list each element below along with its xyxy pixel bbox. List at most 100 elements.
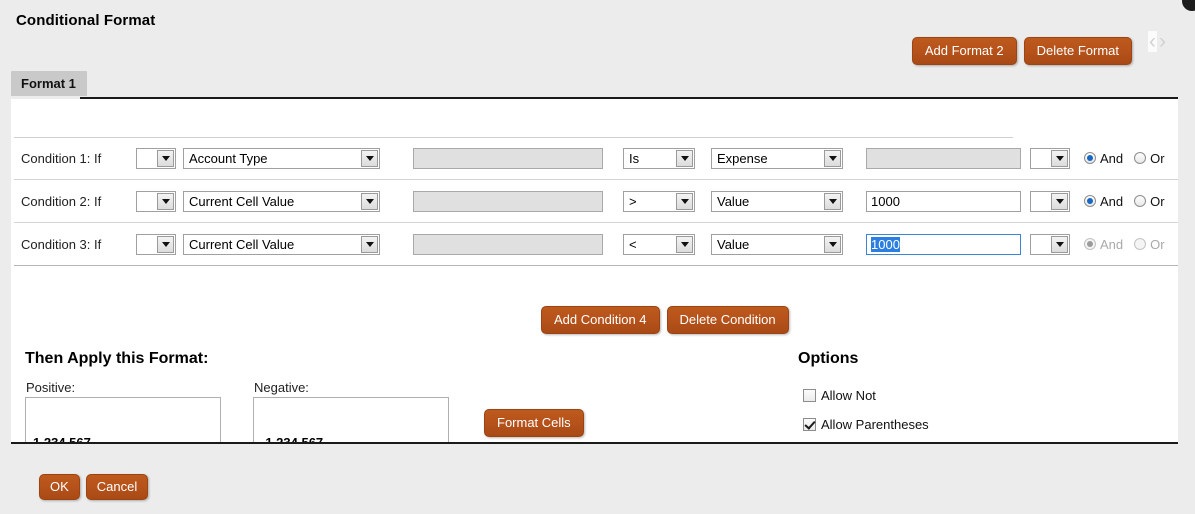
condition-suffix-select[interactable] — [1030, 148, 1070, 169]
add-format-button[interactable]: Add Format 2 — [912, 37, 1017, 65]
condition-row: Condition 1: If Account Type Is Expense — [11, 137, 1178, 179]
negative-preview-box[interactable]: -1,234,567 — [253, 397, 449, 444]
positive-sample-value: 1,234,567 — [33, 435, 91, 444]
chevron-down-icon — [157, 236, 174, 253]
condition-suffix-select[interactable] — [1030, 234, 1070, 255]
condition-field-value: Current Cell Value — [184, 194, 361, 209]
condition-value-type-select[interactable]: Value — [711, 234, 843, 255]
negative-label: Negative: — [254, 380, 309, 395]
condition-label: Condition 1: If — [21, 151, 101, 166]
chevron-down-icon — [824, 150, 841, 167]
radio-and-label: And — [1100, 237, 1123, 252]
option-allow-not[interactable]: Allow Not — [803, 388, 876, 403]
checkbox-allow-parentheses[interactable] — [803, 418, 816, 431]
radio-and-indicator — [1084, 152, 1096, 164]
delete-format-button[interactable]: Delete Format — [1024, 37, 1132, 65]
radio-or-indicator — [1134, 238, 1146, 250]
cancel-button[interactable]: Cancel — [86, 474, 148, 500]
chevron-down-icon — [361, 150, 378, 167]
condition-value-type-value: Value — [712, 194, 824, 209]
tab-format-1[interactable]: Format 1 — [11, 71, 87, 96]
condition-label: Condition 2: If — [21, 194, 101, 209]
radio-and-indicator — [1084, 238, 1096, 250]
conditions-panel: Condition 1: If Account Type Is Expense — [11, 99, 1178, 444]
radio-or[interactable]: Or — [1134, 194, 1164, 209]
condition-logic-group: And Or — [1084, 151, 1165, 166]
condition-actions: Add Condition 4 Delete Condition — [541, 306, 789, 334]
chevron-down-icon — [361, 193, 378, 210]
condition-prefix-select[interactable] — [136, 191, 176, 212]
chevron-down-icon — [824, 236, 841, 253]
condition-value-input[interactable]: 1000 — [866, 234, 1021, 255]
condition-value-type-select[interactable]: Value — [711, 191, 843, 212]
checkbox-allow-not[interactable] — [803, 389, 816, 402]
condition-suffix-select[interactable] — [1030, 191, 1070, 212]
ok-button[interactable]: OK — [39, 474, 80, 500]
condition-row: Condition 2: If Current Cell Value > Val… — [11, 180, 1178, 222]
radio-and-label: And — [1100, 151, 1123, 166]
add-condition-button[interactable]: Add Condition 4 — [541, 306, 660, 334]
condition-prefix-select[interactable] — [136, 234, 176, 255]
condition-operator-select[interactable]: Is — [623, 148, 695, 169]
condition-operator-select[interactable]: > — [623, 191, 695, 212]
chevron-down-icon — [361, 236, 378, 253]
condition-value-input[interactable] — [866, 148, 1021, 169]
chevron-left-icon[interactable]: ‹ — [1148, 31, 1157, 52]
condition-logic-group: And Or — [1084, 237, 1165, 252]
chevron-down-icon — [1051, 150, 1068, 167]
condition-value-type-value: Expense — [712, 151, 824, 166]
option-allow-parentheses-label: Allow Parentheses — [821, 417, 929, 432]
radio-and[interactable]: And — [1084, 194, 1123, 209]
apply-format-heading: Then Apply this Format: — [25, 350, 208, 368]
chevron-down-icon — [1051, 193, 1068, 210]
radio-and[interactable]: And — [1084, 151, 1123, 166]
tab-nav-arrows: ‹ › — [1148, 31, 1167, 52]
positive-label: Positive: — [26, 380, 75, 395]
chevron-down-icon — [1051, 236, 1068, 253]
negative-sample-value: -1,234,567 — [261, 435, 323, 444]
condition-field-select[interactable]: Current Cell Value — [183, 191, 380, 212]
condition-value-selected-text: 1000 — [871, 237, 900, 252]
condition-operator-value: > — [624, 194, 676, 209]
condition-value-type-select[interactable]: Expense — [711, 148, 843, 169]
condition-label: Condition 3: If — [21, 237, 101, 252]
condition-value-type-value: Value — [712, 237, 824, 252]
condition-field-select[interactable]: Account Type — [183, 148, 380, 169]
radio-and[interactable]: And — [1084, 237, 1123, 252]
radio-or-label: Or — [1150, 194, 1164, 209]
condition-operator-value: < — [624, 237, 676, 252]
radio-or-label: Or — [1150, 237, 1164, 252]
chevron-down-icon — [157, 193, 174, 210]
condition-param-input[interactable] — [413, 191, 603, 212]
radio-and-indicator — [1084, 195, 1096, 207]
dialog-footer: OK Cancel — [39, 474, 148, 500]
radio-or[interactable]: Or — [1134, 237, 1164, 252]
condition-operator-value: Is — [624, 151, 676, 166]
condition-field-select[interactable]: Current Cell Value — [183, 234, 380, 255]
condition-param-input[interactable] — [413, 148, 603, 169]
condition-param-input[interactable] — [413, 234, 603, 255]
radio-or-indicator — [1134, 195, 1146, 207]
positive-preview-box[interactable]: 1,234,567 — [25, 397, 221, 444]
radio-and-label: And — [1100, 194, 1123, 209]
chevron-down-icon — [676, 193, 693, 210]
condition-operator-select[interactable]: < — [623, 234, 695, 255]
chevron-right-icon[interactable]: › — [1158, 31, 1167, 52]
options-heading: Options — [798, 350, 858, 368]
condition-logic-group: And Or — [1084, 194, 1165, 209]
radio-or-indicator — [1134, 152, 1146, 164]
chevron-down-icon — [157, 150, 174, 167]
chevron-down-icon — [676, 236, 693, 253]
option-allow-not-label: Allow Not — [821, 388, 876, 403]
condition-field-value: Current Cell Value — [184, 237, 361, 252]
radio-or[interactable]: Or — [1134, 151, 1164, 166]
radio-or-label: Or — [1150, 151, 1164, 166]
option-allow-parentheses[interactable]: Allow Parentheses — [803, 417, 929, 432]
corner-marker — [1182, 0, 1195, 11]
format-cells-button[interactable]: Format Cells — [484, 409, 584, 437]
condition-prefix-select[interactable] — [136, 148, 176, 169]
delete-condition-button[interactable]: Delete Condition — [667, 306, 789, 334]
row-divider-3 — [14, 265, 1178, 266]
condition-value-input[interactable]: 1000 — [866, 191, 1021, 212]
page-title: Conditional Format — [16, 12, 155, 29]
